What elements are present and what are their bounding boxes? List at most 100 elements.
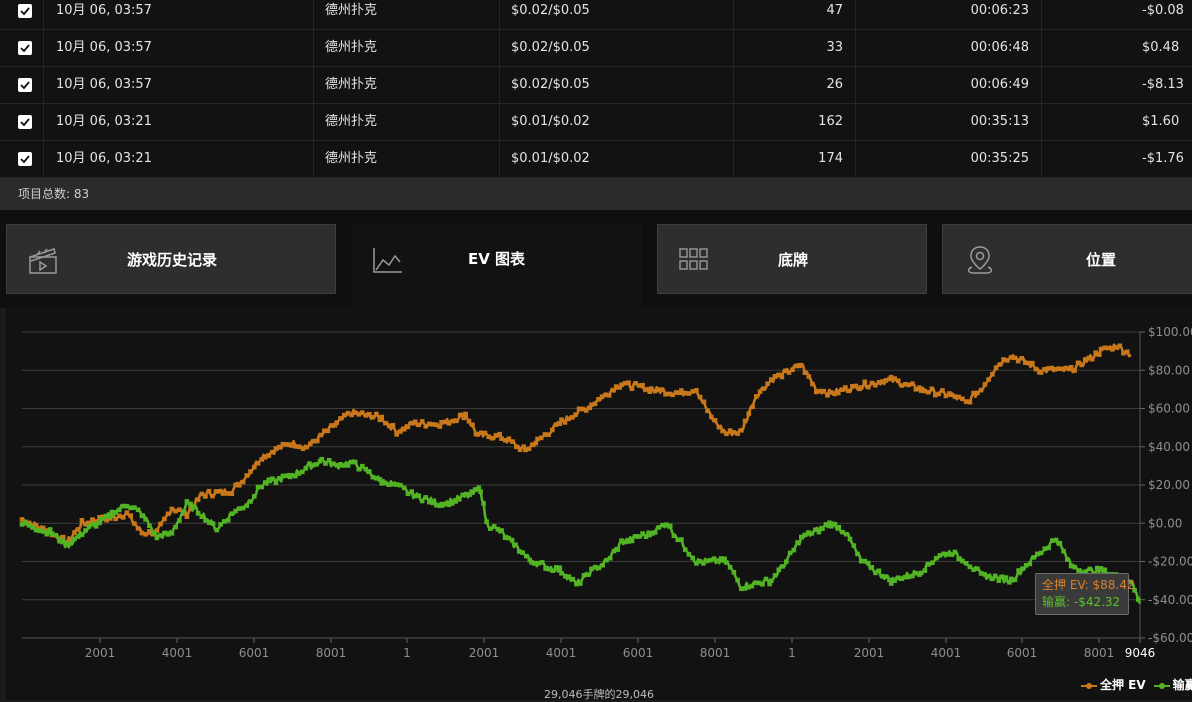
tab-hole-cards[interactable]: 底牌 [657,224,927,294]
series-point [303,465,309,471]
tab-position[interactable]: 位置 [942,224,1192,294]
series-point [795,540,800,545]
series-point [550,427,555,433]
row-checkbox[interactable] [18,41,32,55]
series-point [922,568,928,573]
series-point [855,551,860,557]
series-point [791,547,797,553]
series-point [419,419,425,424]
series-point [128,513,133,518]
table-row[interactable]: 10月 06, 03:21 德州扑克 $0.01/$0.02 174 00:35:25 -… [0,141,1192,178]
series-point [671,533,677,539]
cell-time: 10月 06, 03:57 [44,67,314,103]
series-point [742,418,748,424]
series-point [652,530,658,535]
legend-item-ev[interactable]: 全押 EV [1081,676,1146,693]
series-point [750,404,755,410]
series-point [1003,575,1009,580]
row-checkbox[interactable] [18,115,32,129]
x-tick-label: 6001 [1007,646,1038,660]
cell-game: 德州扑克 [314,141,500,177]
cell-time: 10月 06, 03:57 [44,0,314,29]
series-point [978,387,984,393]
cell-hands: 26 [734,67,856,103]
series-point [1079,362,1084,368]
table-row[interactable]: 10月 06, 03:57 德州扑克 $0.02/$0.05 47 00:06:23 -$… [0,0,1192,30]
row-checkbox[interactable] [18,78,32,92]
series-point [377,477,383,482]
series-point [60,537,66,543]
y-tick-label: $100.00 [1148,325,1192,339]
series-point [510,439,515,444]
series-point [319,456,324,462]
row-checkbox[interactable] [18,4,32,18]
cell-duration: 00:35:13 [856,104,1042,140]
series-point [1030,360,1035,366]
row-checkbox[interactable] [18,152,32,166]
series-point [780,564,785,569]
series-point [760,582,765,587]
series-point [629,386,635,391]
series-point [866,560,871,566]
series-point [150,530,156,536]
cell-duration: 00:35:25 [856,141,1042,177]
series-point [315,438,320,444]
series-point [526,446,532,452]
series-point [615,547,620,552]
series-point [712,418,718,423]
y-tick-label: -$60.00 [1148,631,1192,645]
series-point [578,581,583,586]
series-point [240,479,246,485]
cell-stakes: $0.02/$0.05 [500,0,734,29]
cell-hands: 162 [734,104,856,140]
chart-legend: 全押 EV 输赢 [1081,676,1192,693]
cell-stakes: $0.02/$0.05 [500,67,734,103]
series-point [1057,540,1063,546]
series-point [876,568,882,574]
series-point [940,388,945,393]
x-tick-label: 1 [403,646,411,660]
series-point [754,394,759,399]
series-point [180,509,186,515]
y-tick-label: $40.00 [1148,440,1190,454]
x-tick-label: 9046 [1125,646,1156,660]
series-point [1061,548,1066,554]
x-tick-label: 4001 [162,646,193,660]
series-point [910,381,915,386]
series-point [557,421,562,426]
series-point [629,538,635,544]
series-point [325,428,331,434]
table-row[interactable]: 10月 06, 03:21 德州扑克 $0.01/$0.02 162 00:35:13 $… [0,104,1192,141]
series-point [470,422,475,428]
series-point [409,489,414,494]
ev-chart[interactable]: $100.00 $80.00 $60.00 $40.00 $20.00 $0.00 -$20… [6,308,1192,701]
series-point [810,381,815,387]
result-value: $1.60 [1142,114,1180,129]
series-point [1135,597,1141,602]
ev-chart-plot[interactable]: $100.00 $80.00 $60.00 $40.00 $20.00 $0.00 -$20… [6,308,1192,700]
series-point [763,576,769,582]
table-row[interactable]: 10月 06, 03:57 德州扑克 $0.02/$0.05 26 00:06:49 -$… [0,67,1192,104]
y-tick-label: -$20.00 [1148,555,1192,569]
series-point [499,528,504,533]
series-point [248,499,253,504]
legend-label: 输赢 [1172,678,1192,692]
y-tick-label: $20.00 [1148,478,1190,492]
cell-time: 10月 06, 03:57 [44,30,314,66]
series-point [799,362,804,368]
legend-item-winloss[interactable]: 输赢 [1153,676,1192,693]
series-point [769,578,774,584]
series-point [1019,356,1024,361]
tab-game-history[interactable]: 游戏历史记录 [6,224,336,294]
tab-ev-chart[interactable]: EV 图表 [351,224,642,308]
series-point [765,381,770,386]
series-point [806,374,812,379]
table-row[interactable]: 10月 06, 03:57 德州扑克 $0.02/$0.05 33 00:06:48 $0… [0,30,1192,67]
series-point [896,378,901,384]
series-point [820,526,825,531]
series-point [484,519,489,524]
series-point [252,494,257,499]
tab-label: EV 图表 [467,250,526,268]
series-point [846,388,852,394]
series-point [701,399,707,405]
